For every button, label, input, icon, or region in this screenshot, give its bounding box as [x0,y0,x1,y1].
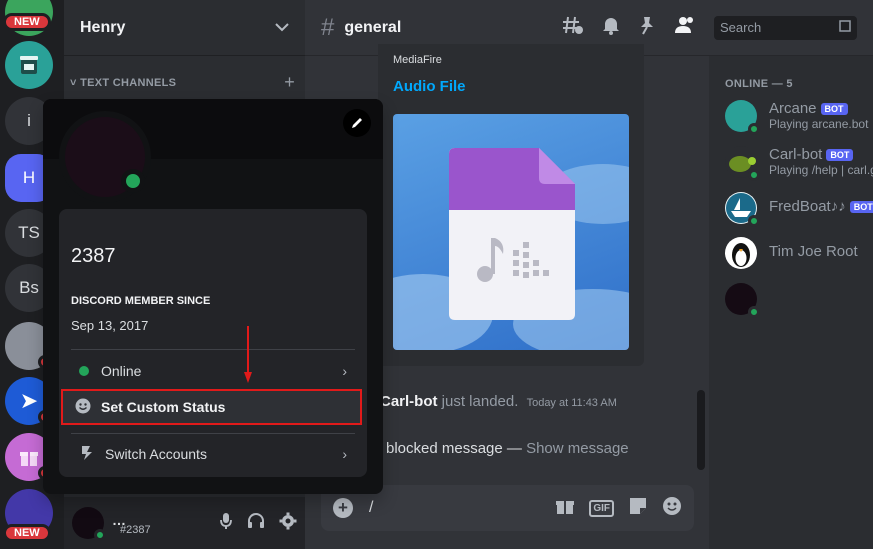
chevron-right-icon: › [342,446,347,462]
member-name: Arcane [769,100,817,117]
search-placeholder: Search [720,20,762,35]
member-since-date: Sep 13, 2017 [71,318,149,333]
penguin-icon [732,243,750,267]
member-item[interactable]: Tim Joe Root [725,237,858,269]
member-name: Carl-bot [769,146,823,163]
member-activity: Playing arcane.bot [769,117,869,131]
gear-icon[interactable] [279,512,297,535]
member-group-header: ONLINE — 5 [725,78,793,90]
guild-header[interactable]: Henry [64,0,305,56]
status-label: Online [101,363,142,379]
avatar [725,283,760,318]
message-timestamp: Today at 11:43 AM [526,397,617,409]
new-badge: NEW [3,13,51,31]
bot-badge: BOT [826,148,854,161]
annotation-arrow [244,326,252,383]
message-input[interactable]: / [369,499,373,517]
blocked-message: blocked message — Show message [386,440,629,457]
microphone-icon[interactable] [219,512,233,535]
member-item[interactable]: Arcane BOT Playing arcane.bot [725,100,869,135]
message-author[interactable]: Carl-bot [380,393,438,410]
edit-profile-button[interactable] [343,109,371,137]
search-input[interactable]: Search [714,15,857,40]
set-custom-status-button[interactable]: Set Custom Status [61,389,362,425]
avatar [725,100,760,135]
hashtag-icon: # [321,13,335,41]
category-label: TEXT CHANNELS [80,76,177,89]
new-badge: NEW [3,524,51,542]
pencil-icon [352,118,362,128]
bucket-icon [20,56,38,74]
avatar [725,237,757,269]
online-status-icon [748,169,760,181]
embed-title-link[interactable]: Audio File [393,78,466,95]
member-since-label: DISCORD MEMBER SINCE [71,295,211,307]
online-status-icon [748,215,760,227]
online-status-icon [79,366,89,376]
chevron-down-icon: ˅ [70,76,81,89]
search-icon [839,20,851,35]
bot-badge: BOT [820,102,848,115]
online-status-icon [121,169,145,193]
avatar[interactable] [72,507,106,541]
category-text-channels[interactable]: ˅ TEXT CHANNELS + [70,72,295,93]
gift-icon [20,452,38,466]
avatar [725,146,760,181]
custom-status-label: Set Custom Status [101,399,226,415]
profile-card: 2387 DISCORD MEMBER SINCE Sep 13, 2017 O… [59,209,367,477]
smiley-icon [75,398,91,417]
headphones-icon[interactable] [247,512,265,535]
show-message-link[interactable]: Show message [526,440,629,457]
member-name: FredBoat♪♪ [769,198,846,215]
link-embed: MediaFire Audio File [378,44,644,366]
embed-provider: MediaFire [393,54,442,66]
switch-accounts-label: Switch Accounts [105,446,207,462]
gift-icon[interactable] [555,496,575,521]
profile-username: 2387 [71,245,116,267]
member-list-icon[interactable] [674,15,696,40]
sticker-icon[interactable] [628,496,648,521]
member-list: ONLINE — 5 Arcane BOT Playing arcane.bot … [709,56,873,549]
gif-button[interactable]: GIF [589,499,614,517]
chevron-right-icon: › [342,363,347,379]
guild-name: Henry [80,18,126,36]
add-channel-icon[interactable]: + [284,72,295,93]
online-status-icon [748,123,760,135]
scrollbar[interactable] [697,390,705,470]
pin-icon[interactable] [638,15,656,40]
avatar [725,192,760,227]
embed-image[interactable] [393,114,629,350]
user-tag: #2387 [120,524,151,536]
add-attachment-icon[interactable]: + [333,498,353,518]
blocked-message-text: blocked message — [386,440,522,457]
member-name: Tim Joe Root [769,243,858,260]
divider [71,349,355,350]
status-menu-item[interactable]: Online › [67,355,359,387]
system-message: Carl-bot just landed. Today at 11:43 AM [380,393,617,410]
bot-badge: BOT [849,200,873,213]
threads-icon[interactable] [562,15,584,40]
member-item[interactable] [725,283,760,318]
notification-bell-icon[interactable] [602,15,620,40]
channel-name: general [344,18,402,36]
chevron-down-icon [275,19,289,37]
user-panel: … #2387 [64,497,305,549]
message-text: just landed. [441,393,519,410]
online-status-icon [748,306,760,318]
member-item[interactable]: Carl-bot BOT Playing /help | carl.g [725,146,873,181]
profile-popout: 2387 DISCORD MEMBER SINCE Sep 13, 2017 O… [43,99,383,494]
online-status-icon [94,529,106,541]
member-activity: Playing /help | carl.g [769,163,873,177]
server-icon-bucket[interactable] [5,41,53,89]
divider [71,433,355,434]
emoji-icon[interactable] [662,496,682,521]
audio-file-icon [393,148,629,350]
member-item[interactable]: FredBoat♪♪ BOT [725,192,873,227]
switch-accounts-menu-item[interactable]: Switch Accounts › [67,438,359,470]
switch-accounts-icon [79,445,95,464]
